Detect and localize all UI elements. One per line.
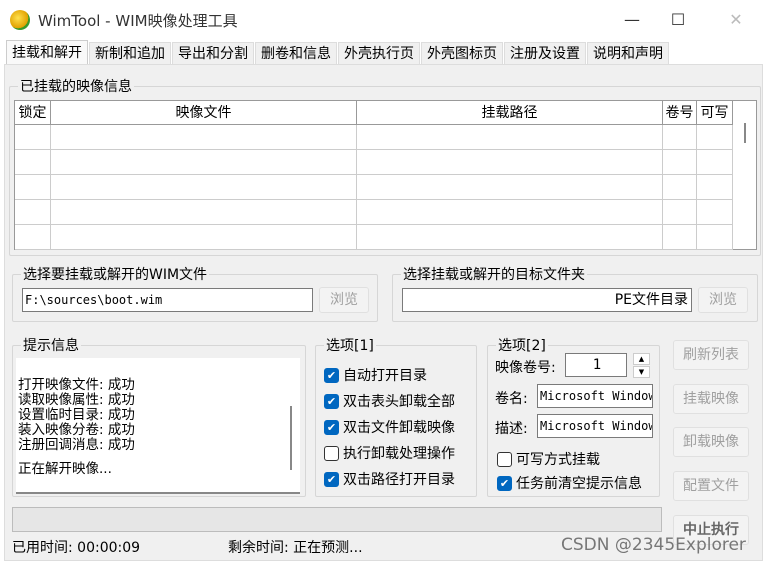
table-row[interactable] (15, 125, 733, 150)
remaining-value: 正在预测... (293, 540, 363, 556)
auto-open-dir-checkbox[interactable]: ✔ 自动打开目录 (324, 365, 427, 385)
col-divider (732, 125, 733, 249)
mounted-group-label: 已挂载的映像信息 (18, 76, 134, 96)
close-button[interactable]: ✕ (716, 6, 756, 34)
watermark: CSDN @2345Explorer (561, 535, 746, 555)
col-mount-path[interactable]: 挂载路径 (357, 101, 663, 125)
checkbox-unchecked-icon (324, 445, 339, 461)
col-divider (356, 125, 357, 249)
refresh-list-button[interactable]: 刷新列表 (673, 340, 749, 370)
run-unmount-process-checkbox[interactable]: 执行卸载处理操作 (324, 443, 455, 463)
table-row[interactable] (15, 150, 733, 175)
elapsed-label: 已用时间: (12, 540, 73, 556)
volume-input[interactable]: 1 (565, 353, 627, 377)
col-divider (662, 125, 663, 249)
table-row[interactable] (15, 200, 733, 225)
tab-export[interactable]: 导出和分割 (172, 42, 254, 64)
checkbox-label: 执行卸载处理操作 (343, 446, 455, 462)
checkbox-checked-icon: ✔ (324, 367, 339, 383)
checkbox-checked-icon: ✔ (497, 475, 512, 491)
col-lock[interactable]: 锁定 (15, 101, 51, 125)
minimize-button[interactable]: — (612, 6, 652, 34)
volume-label: 映像卷号: (495, 360, 556, 376)
clear-info-checkbox[interactable]: ✔ 任务前清空提示信息 (497, 473, 642, 493)
col-divider (696, 125, 697, 249)
desc-label: 描述: (495, 421, 528, 437)
checkbox-label: 双击表头卸载全部 (343, 394, 455, 410)
tab-settings[interactable]: 注册及设置 (504, 42, 586, 64)
app-logo-icon (10, 10, 30, 30)
table-row[interactable] (15, 175, 733, 200)
spin-down-button[interactable]: ▼ (633, 366, 650, 378)
table-scrollbar[interactable] (744, 123, 746, 143)
log-line: 设置临时目录: 成功 (18, 407, 135, 423)
log-line: 读取映像属性: 成功 (18, 392, 135, 408)
checkbox-checked-icon: ✔ (324, 419, 339, 435)
checkbox-label: 自动打开目录 (343, 368, 427, 384)
wim-file-group-label: 选择要挂载或解开的WIM文件 (21, 264, 210, 284)
checkbox-label: 任务前清空提示信息 (516, 476, 642, 492)
vol-name-input[interactable]: Microsoft Windows (537, 384, 653, 408)
col-writable[interactable]: 可写 (697, 101, 733, 125)
tab-new[interactable]: 新制和追加 (89, 42, 171, 64)
col-divider (50, 125, 51, 249)
dblclick-file-unmount-checkbox[interactable]: ✔ 双击文件卸载映像 (324, 417, 455, 437)
checkbox-checked-icon: ✔ (324, 471, 339, 487)
progress-bar (12, 507, 662, 532)
checkbox-label: 可写方式挂载 (516, 452, 600, 468)
tab-delete[interactable]: 删卷和信息 (255, 42, 337, 64)
table-row[interactable] (15, 225, 733, 250)
tab-about[interactable]: 说明和声明 (587, 42, 669, 64)
info-log[interactable]: 打开映像文件: 成功 读取映像属性: 成功 设置临时目录: 成功 装入映像分卷:… (16, 358, 300, 494)
config-file-button[interactable]: 配置文件 (673, 471, 749, 501)
remaining-time: 剩余时间: 正在预测... (228, 537, 363, 557)
log-line: 注册回调消息: 成功 (18, 437, 135, 453)
unmount-image-button[interactable]: 卸载映像 (673, 427, 749, 457)
title-bar: WimTool - WIM映像处理工具 — ☐ ✕ (0, 0, 767, 40)
spin-up-button[interactable]: ▲ (633, 353, 650, 365)
writable-mount-checkbox[interactable]: 可写方式挂载 (497, 449, 600, 469)
log-line: 装入映像分卷: 成功 (18, 422, 135, 438)
remaining-label: 剩余时间: (228, 540, 289, 556)
options2-group-label: 选项[2] (496, 335, 548, 355)
mount-image-button[interactable]: 挂载映像 (673, 384, 749, 414)
window-title: WimTool - WIM映像处理工具 (38, 12, 238, 30)
log-scrollbar[interactable] (290, 406, 292, 470)
elapsed-value: 00:00:09 (77, 540, 141, 556)
tab-bar: 挂载和解开 新制和追加 导出和分割 删卷和信息 外壳执行页 外壳图标页 注册及设… (6, 40, 670, 64)
target-browse-button[interactable]: 浏览 (698, 287, 748, 313)
checkbox-unchecked-icon (497, 451, 512, 467)
elapsed-time: 已用时间: 00:00:09 (12, 537, 140, 557)
target-folder-input[interactable]: PE文件目录 (402, 288, 692, 312)
wim-file-input[interactable]: F:\sources\boot.wim (22, 288, 313, 312)
checkbox-label: 双击文件卸载映像 (343, 420, 455, 436)
desc-input[interactable]: Microsoft Windows (537, 414, 653, 438)
wim-browse-button[interactable]: 浏览 (319, 287, 369, 313)
target-folder-group-label: 选择挂载或解开的目标文件夹 (401, 264, 587, 284)
dblclick-path-open-checkbox[interactable]: ✔ 双击路径打开目录 (324, 469, 455, 489)
checkbox-label: 双击路径打开目录 (343, 472, 455, 488)
options1-group-label: 选项[1] (324, 335, 376, 355)
maximize-button[interactable]: ☐ (658, 6, 698, 34)
dblclick-header-unmount-all-checkbox[interactable]: ✔ 双击表头卸载全部 (324, 391, 455, 411)
mounted-table[interactable]: 锁定 映像文件 挂载路径 卷号 可写 (14, 100, 757, 250)
tab-mount[interactable]: 挂载和解开 (6, 40, 88, 64)
log-line: 打开映像文件: 成功 (18, 377, 135, 393)
col-image-file[interactable]: 映像文件 (51, 101, 357, 125)
tab-shell-icon[interactable]: 外壳图标页 (421, 42, 503, 64)
info-group-label: 提示信息 (21, 335, 81, 355)
vol-name-label: 卷名: (495, 391, 528, 407)
tab-shell-exec[interactable]: 外壳执行页 (338, 42, 420, 64)
checkbox-checked-icon: ✔ (324, 393, 339, 409)
log-status: 正在解开映像... (18, 461, 112, 477)
col-volume[interactable]: 卷号 (663, 101, 697, 125)
